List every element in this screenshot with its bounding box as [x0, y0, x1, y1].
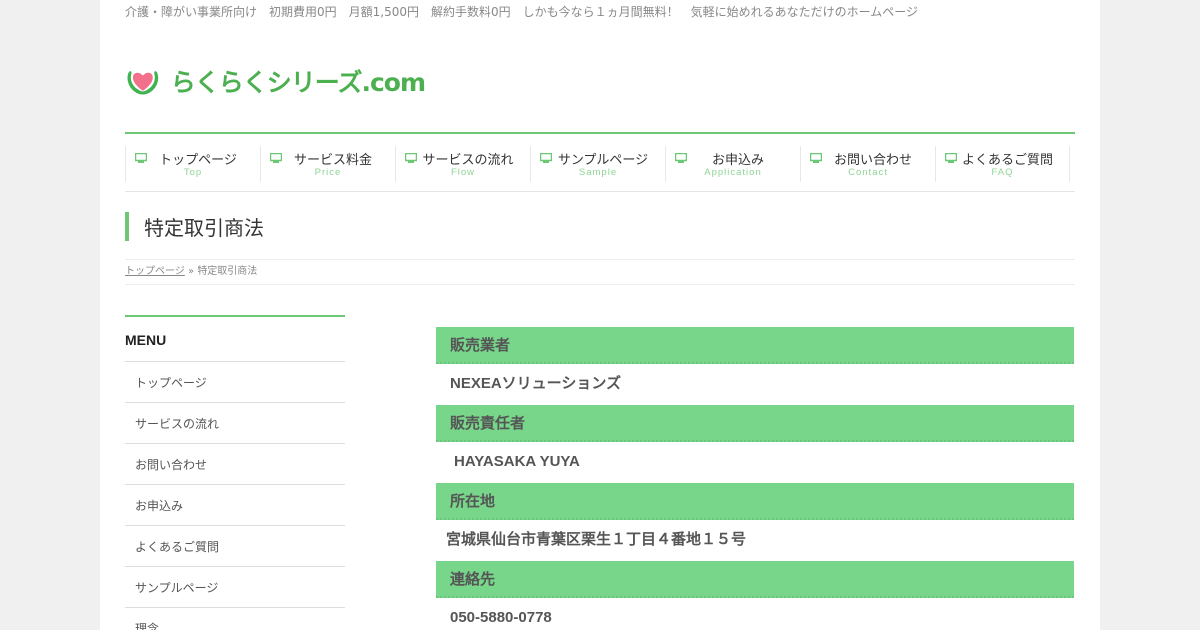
info-row-value: 050-5880-0778	[450, 609, 552, 626]
global-nav: トップページ Top サービス料金 Price サービスの流れ Flow サンプルページ Sa…	[125, 132, 1075, 192]
info-row-label: 所在地	[436, 483, 1074, 520]
info-row-label: 販売責任者	[436, 405, 1074, 442]
info-row-value: HAYASAKA YUYA	[454, 453, 580, 470]
nav-item-top[interactable]: トップページ Top	[125, 146, 260, 182]
nav-item-label: サンプルページ	[557, 153, 649, 168]
nav-item-application[interactable]: お申込み Application	[665, 146, 800, 182]
nav-item-sublabel: Top	[183, 167, 203, 178]
nav-item-label: よくあるご質問	[961, 153, 1053, 168]
nav-item-label: サービス料金	[293, 153, 372, 168]
sidebar-menu: MENU トップページ サービスの流れ お問い合わせ お申込み よくあるご質問 サンプルペ…	[125, 315, 345, 630]
sidebar-item[interactable]: サンプルページ	[125, 567, 345, 608]
nav-item-label: お申込み	[711, 153, 764, 168]
info-row-label: 連絡先	[436, 561, 1074, 598]
sidebar-item[interactable]: お問い合わせ	[125, 444, 345, 485]
nav-item-sublabel: Price	[314, 167, 342, 178]
sidebar-item[interactable]: お申込み	[125, 485, 345, 526]
nav-item-sublabel: Flow	[450, 167, 476, 178]
heart-logo-icon	[127, 71, 159, 95]
sidebar-item[interactable]: サービスの流れ	[125, 403, 345, 444]
nav-item-label: トップページ	[159, 153, 237, 168]
nav-item-sublabel: Sample	[578, 167, 618, 178]
site-logo[interactable]: らくらくシリーズ.com	[125, 56, 426, 106]
nav-item-sublabel: Application	[704, 167, 762, 178]
page: 介護・障がい事業所向け 初期費用0円 月額1,500円 解約手数料0円 しかも今…	[100, 0, 1100, 630]
nav-item-contact[interactable]: お問い合わせ Contact	[800, 146, 935, 182]
info-table: 販売業者 NEXEAソリューションズ販売責任者 HAYASAKA YUYA 所在地宮…	[436, 327, 1074, 630]
breadcrumb-home-link[interactable]: トップページ	[125, 266, 185, 277]
info-row-label: 販売業者	[436, 327, 1074, 364]
breadcrumb-current: 特定取引商法	[197, 266, 258, 277]
nav-item-label: サービスの流れ	[422, 153, 514, 168]
nav-item-faq[interactable]: よくあるご質問 FAQ	[935, 146, 1070, 182]
page-title: 特定取引商法	[125, 212, 264, 241]
breadcrumb: トップページ » 特定取引商法	[125, 259, 1075, 285]
logo-text: らくらくシリーズ.com	[170, 68, 426, 97]
sidebar-item[interactable]: よくあるご質問	[125, 526, 345, 567]
nav-item-sample[interactable]: サンプルページ Sample	[530, 146, 665, 182]
info-row-value: NEXEAソリューションズ	[450, 375, 622, 392]
sidebar-heading: MENU	[125, 317, 345, 362]
sidebar-item[interactable]: トップページ	[125, 362, 345, 403]
nav-item-sublabel: Contact	[848, 167, 888, 178]
nav-item-flow[interactable]: サービスの流れ Flow	[395, 146, 530, 182]
breadcrumb-separator: »	[188, 266, 195, 277]
nav-item-label: お問い合わせ	[833, 153, 912, 168]
nav-item-price[interactable]: サービス料金 Price	[260, 146, 395, 182]
sidebar-item[interactable]: 理念	[125, 608, 345, 630]
nav-item-sublabel: FAQ	[991, 167, 1014, 178]
info-row-value: 宮城県仙台市青葉区栗生１丁目４番地１５号	[446, 531, 747, 548]
header-tagline: 介護・障がい事業所向け 初期費用0円 月額1,500円 解約手数料0円 しかも今…	[125, 5, 919, 19]
